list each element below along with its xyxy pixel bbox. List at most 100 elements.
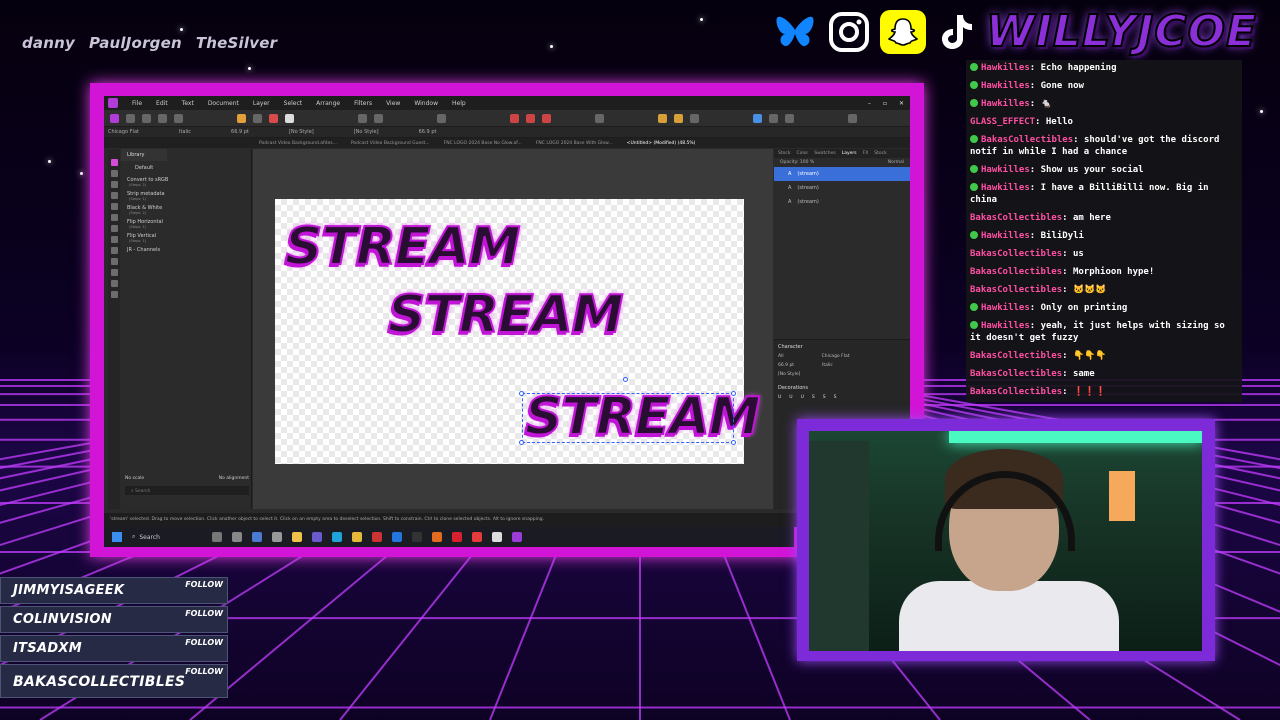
layer-row[interactable]: A (stream) xyxy=(774,195,910,209)
doc-tab[interactable]: Podcast Video Background.afdes... xyxy=(259,141,337,146)
app-icon[interactable] xyxy=(312,532,322,542)
scope-select[interactable]: All xyxy=(778,354,784,359)
explorer-icon[interactable] xyxy=(292,532,302,542)
stream-text-2[interactable]: STREAM xyxy=(387,284,624,346)
tab-color[interactable]: Color xyxy=(796,151,808,156)
alignment-select[interactable]: No alignment xyxy=(219,476,249,481)
pen-tool-icon[interactable] xyxy=(110,192,118,199)
selection-box[interactable] xyxy=(522,393,734,443)
boolean-icon[interactable] xyxy=(542,113,551,123)
arrange-icon[interactable] xyxy=(437,113,446,123)
chrome-icon[interactable] xyxy=(352,532,362,542)
menu-select[interactable]: Select xyxy=(284,100,303,107)
menu-help[interactable]: Help xyxy=(452,100,466,107)
macro-item[interactable]: Convert to sRGB xyxy=(121,175,251,183)
menu-text[interactable]: Text xyxy=(182,100,194,107)
para-style-field[interactable]: [No Style] xyxy=(289,129,314,135)
minimize-icon[interactable]: – xyxy=(868,100,871,107)
app-icon[interactable] xyxy=(392,532,402,542)
app-icon[interactable] xyxy=(452,532,462,542)
app-icon[interactable] xyxy=(372,532,382,542)
move-tool-icon[interactable] xyxy=(110,159,118,166)
underline3-icon[interactable]: U xyxy=(801,395,804,400)
align-icon[interactable] xyxy=(374,113,383,123)
app-icon[interactable] xyxy=(252,532,262,542)
menu-arrange[interactable]: Arrange xyxy=(316,100,340,107)
zoom-tool-icon[interactable] xyxy=(110,291,118,298)
user-icon[interactable] xyxy=(848,113,857,123)
shape-tool-icon[interactable] xyxy=(110,269,118,276)
macro-item[interactable]: Black & White xyxy=(121,203,251,211)
strike3-icon[interactable]: S xyxy=(834,395,837,400)
affinity-designer-icon[interactable] xyxy=(512,532,522,542)
persona-pixel-icon[interactable] xyxy=(126,113,135,123)
font-size-field[interactable]: 66.9 pt xyxy=(231,129,249,135)
selection-handle[interactable] xyxy=(731,391,736,396)
brush-tool-icon[interactable] xyxy=(110,214,118,221)
fill-tool-icon[interactable] xyxy=(110,225,118,232)
scale-select[interactable]: No scale xyxy=(125,476,144,481)
library-search[interactable]: ⌕ Search xyxy=(125,486,249,495)
char-style-field[interactable]: [No Style] xyxy=(354,129,379,135)
menu-file[interactable]: File xyxy=(132,100,142,107)
menu-edit[interactable]: Edit xyxy=(156,100,168,107)
menu-document[interactable]: Document xyxy=(208,100,239,107)
place-tool-icon[interactable] xyxy=(110,258,118,265)
fill-icon[interactable] xyxy=(285,113,294,123)
strike-icon[interactable]: S xyxy=(812,395,815,400)
underline2-icon[interactable]: U xyxy=(789,395,792,400)
view-icon[interactable] xyxy=(785,113,794,123)
contrast-icon[interactable] xyxy=(253,113,262,123)
windows-start-icon[interactable] xyxy=(112,532,122,542)
menu-view[interactable]: View xyxy=(386,100,400,107)
doc-tab-active[interactable]: <Untitled> (Modified) (48.5%) xyxy=(627,141,696,146)
menu-filters[interactable]: Filters xyxy=(354,100,372,107)
selection-handle[interactable] xyxy=(731,440,736,445)
edge-icon[interactable] xyxy=(332,532,342,542)
rotate-handle[interactable] xyxy=(623,377,628,382)
stream-text-1[interactable]: STREAM xyxy=(284,216,521,278)
transform-icon[interactable] xyxy=(158,113,167,123)
close-icon[interactable]: ✕ xyxy=(899,100,904,107)
text-tool-icon[interactable] xyxy=(110,280,118,287)
canvas-area[interactable]: STREAM STREAM STREAM xyxy=(253,149,773,509)
doc-tab[interactable]: FNC LOGO 2024 Base With Glow... xyxy=(536,141,613,146)
tab-stock[interactable]: Stock xyxy=(778,151,790,156)
camera-icon[interactable] xyxy=(272,532,282,542)
doc-tab[interactable]: Podcast Video Background Guest... xyxy=(351,141,430,146)
guides-icon[interactable] xyxy=(690,113,699,123)
persona-export-icon[interactable] xyxy=(142,113,151,123)
macro-item[interactable]: Flip Vertical xyxy=(121,231,251,239)
boolean-icon[interactable] xyxy=(526,113,535,123)
pin-icon[interactable] xyxy=(658,113,667,123)
transparency-tool-icon[interactable] xyxy=(110,236,118,243)
layer-row[interactable]: A (stream) xyxy=(774,181,910,195)
app-icon[interactable] xyxy=(492,532,502,542)
menu-layer[interactable]: Layer xyxy=(253,100,270,107)
rgb-icon[interactable] xyxy=(269,113,278,123)
node-tool-icon[interactable] xyxy=(110,170,118,177)
strike2-icon[interactable]: S xyxy=(823,395,826,400)
tab-fx[interactable]: FX xyxy=(863,151,869,156)
color-icon[interactable] xyxy=(237,113,246,123)
layer-row[interactable]: A (stream) xyxy=(774,167,910,181)
library-group[interactable]: Default xyxy=(121,161,251,171)
pencil-tool-icon[interactable] xyxy=(110,203,118,210)
artboard[interactable]: STREAM STREAM STREAM xyxy=(275,199,761,464)
macro-category[interactable]: JR - Channels xyxy=(121,245,251,253)
task-view-icon[interactable] xyxy=(232,532,242,542)
font-size-field-2[interactable]: 66.9 pt xyxy=(419,129,437,135)
boolean-icon[interactable] xyxy=(510,113,519,123)
view-icon[interactable] xyxy=(769,113,778,123)
taskbar-search[interactable]: ⌕ Search xyxy=(132,533,202,541)
macro-item[interactable]: Flip Horizontal xyxy=(121,217,251,225)
crop-tool-icon[interactable] xyxy=(110,247,118,254)
maximize-icon[interactable]: ▫ xyxy=(883,100,887,107)
style-select[interactable]: Italic xyxy=(822,363,833,368)
macro-item[interactable]: Strip metadata xyxy=(121,189,251,197)
blend-mode-select[interactable]: Normal xyxy=(888,160,904,165)
app-icon[interactable] xyxy=(472,532,482,542)
share-icon[interactable] xyxy=(174,113,183,123)
tab-stock-2[interactable]: Stock xyxy=(874,151,886,156)
size-field[interactable]: 66.9 pt xyxy=(778,363,794,368)
